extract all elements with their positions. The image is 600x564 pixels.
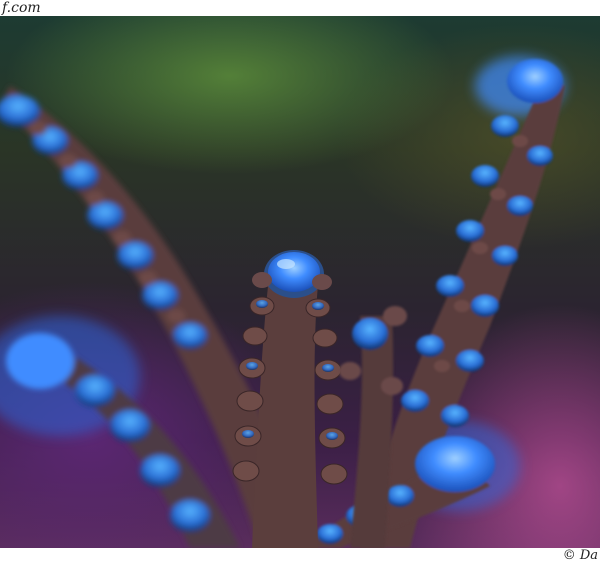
top-watermark-text: f.com [2, 0, 41, 16]
coral-illustration [0, 56, 565, 548]
copyright-watermark-text: © Da [562, 548, 598, 563]
coral-photo [0, 16, 600, 548]
